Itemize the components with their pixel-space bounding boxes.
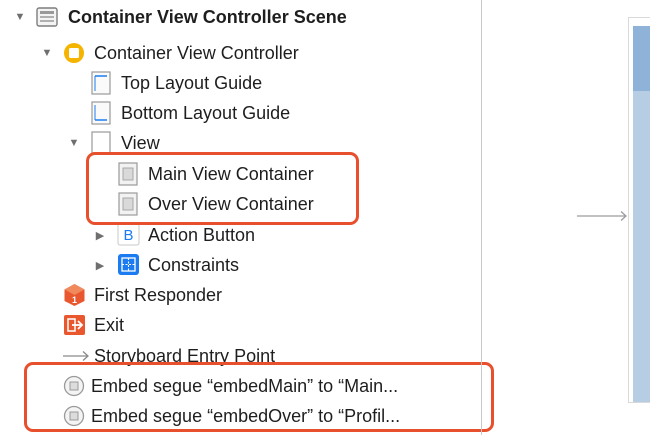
layout-guide-icon bbox=[90, 71, 112, 95]
document-outline: ▼ Container View Controller Scene ▼ Cont… bbox=[0, 0, 494, 435]
disclosure-collapsed-icon[interactable]: ▶ bbox=[94, 259, 106, 272]
first-responder-label: First Responder bbox=[94, 285, 223, 305]
exit-icon bbox=[63, 314, 86, 336]
button-icon-glyph: B bbox=[123, 227, 133, 244]
svg-text:1: 1 bbox=[72, 295, 77, 305]
disclosure-expanded-icon[interactable]: ▼ bbox=[14, 11, 26, 23]
button-icon: B bbox=[117, 223, 140, 246]
view-controller-label: Container View Controller bbox=[94, 43, 299, 63]
outline-row-bottom-layout-guide[interactable]: Bottom Layout Guide bbox=[0, 98, 481, 128]
highlight-container-views bbox=[86, 152, 359, 225]
top-layout-guide-label: Top Layout Guide bbox=[121, 73, 263, 93]
outline-row-constraints[interactable]: ▶ Constraints bbox=[0, 250, 481, 280]
view-controller-icon bbox=[63, 42, 85, 64]
entry-arrow-icon bbox=[62, 349, 90, 363]
first-responder-icon: 1 bbox=[63, 283, 86, 307]
bottom-layout-guide-label: Bottom Layout Guide bbox=[121, 103, 291, 123]
outline-row-exit[interactable]: Exit bbox=[0, 310, 481, 340]
disclosure-expanded-icon[interactable]: ▼ bbox=[68, 137, 80, 149]
constraints-label: Constraints bbox=[148, 255, 240, 275]
highlight-embed-segues bbox=[24, 362, 494, 432]
disclosure-expanded-icon[interactable]: ▼ bbox=[41, 47, 53, 59]
disclosure-collapsed-icon[interactable]: ▶ bbox=[94, 229, 106, 242]
constraints-icon bbox=[117, 253, 140, 276]
panel-divider bbox=[481, 0, 482, 435]
outline-row-view-controller[interactable]: ▼ Container View Controller bbox=[0, 38, 481, 68]
outline-row-scene[interactable]: ▼ Container View Controller Scene bbox=[0, 2, 481, 32]
scene-label: Container View Controller Scene bbox=[68, 7, 347, 27]
layout-guide-icon bbox=[90, 101, 112, 125]
entry-point-arrow-icon bbox=[576, 209, 628, 228]
scene-canvas-preview[interactable] bbox=[628, 17, 650, 403]
outline-row-top-layout-guide[interactable]: Top Layout Guide bbox=[0, 68, 481, 98]
canvas-nav-area bbox=[633, 26, 650, 91]
scene-icon bbox=[36, 6, 58, 28]
exit-label: Exit bbox=[94, 315, 125, 335]
outline-row-first-responder[interactable]: 1 First Responder bbox=[0, 280, 481, 310]
